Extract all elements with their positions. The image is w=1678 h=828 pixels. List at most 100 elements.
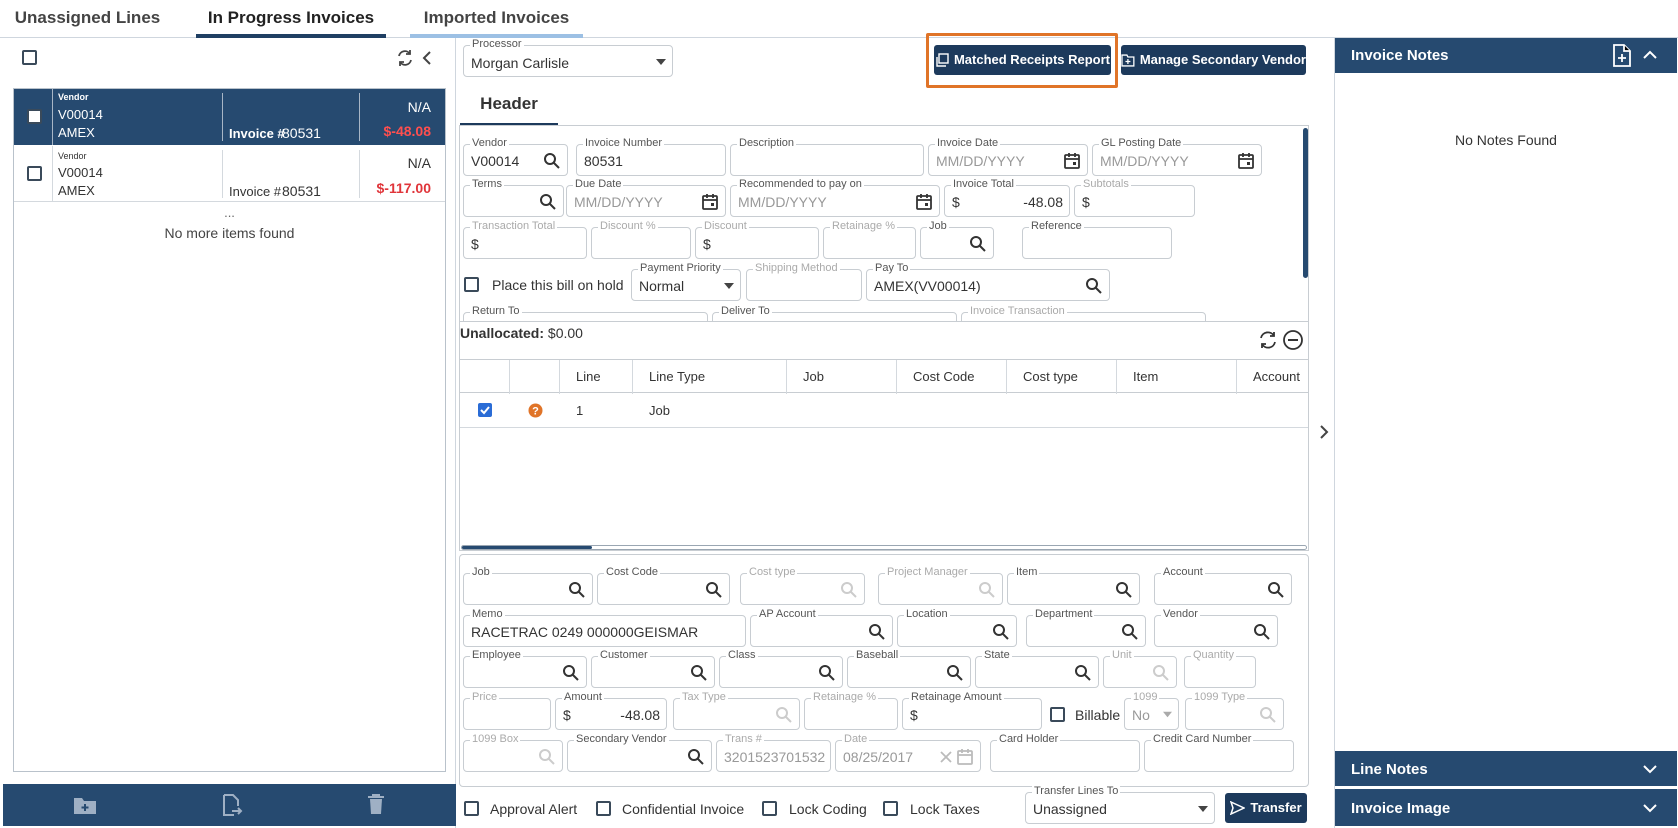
list-item-checkbox[interactable]	[27, 109, 42, 124]
line-retainage-amount-field[interactable]: Retainage Amount $	[902, 691, 1042, 730]
terms-field[interactable]: Terms	[463, 178, 564, 217]
col-line[interactable]: Line	[560, 360, 633, 394]
invoice-date-field[interactable]: Invoice Date MM/DD/YYYY	[928, 137, 1088, 176]
approval-alert-checkbox[interactable]	[464, 801, 479, 816]
invoice-image-header[interactable]: Invoice Image	[1335, 789, 1677, 826]
gl-posting-date-field[interactable]: GL Posting Date MM/DD/YYYY	[1092, 137, 1262, 176]
line-card-holder-field[interactable]: Card Holder	[990, 733, 1140, 772]
line-location-field[interactable]: Location	[897, 608, 1017, 647]
scrollbar-thumb[interactable]	[462, 546, 592, 549]
lock-coding-checkbox[interactable]	[762, 801, 777, 816]
export-file-icon[interactable]	[219, 793, 243, 817]
line-secondary-vendor-field[interactable]: Secondary Vendor	[567, 733, 712, 772]
add-note-icon[interactable]	[1612, 44, 1632, 67]
line-notes-header[interactable]: Line Notes	[1335, 751, 1677, 786]
search-icon[interactable]	[1121, 623, 1139, 641]
deliver-to-field[interactable]: Deliver To	[712, 305, 957, 321]
recommended-pay-date-field[interactable]: Recommended to pay on MM/DD/YYYY	[730, 178, 940, 217]
search-icon[interactable]	[705, 581, 723, 599]
chevron-up-icon[interactable]	[1642, 50, 1658, 60]
search-icon[interactable]	[818, 664, 836, 682]
line-state-field[interactable]: State	[975, 649, 1099, 688]
line-ap-account-field[interactable]: AP Account	[750, 608, 893, 647]
line-baseball-field[interactable]: Baseball	[847, 649, 971, 688]
due-date-field[interactable]: Due Date MM/DD/YYYY	[566, 178, 726, 217]
search-icon[interactable]	[562, 664, 580, 682]
description-field[interactable]: Description	[730, 137, 924, 176]
search-icon[interactable]	[946, 664, 964, 682]
search-icon[interactable]	[1074, 664, 1092, 682]
refresh-lines-icon[interactable]	[1257, 329, 1279, 351]
horizontal-scrollbar[interactable]	[461, 545, 1307, 550]
calendar-icon[interactable]	[1237, 152, 1255, 170]
search-icon[interactable]	[868, 623, 886, 641]
line-vendor-field[interactable]: Vendor	[1154, 608, 1278, 647]
col-cost-code[interactable]: Cost Code	[897, 360, 1007, 394]
list-item[interactable]: Vendor V00014 AMEX Invoice # 80531 N/A $…	[14, 146, 445, 202]
search-icon[interactable]	[1115, 581, 1133, 599]
shipping-method-field[interactable]: Shipping Method	[746, 262, 862, 301]
search-icon[interactable]	[992, 623, 1010, 641]
search-icon[interactable]	[568, 581, 586, 599]
col-item[interactable]: Item	[1117, 360, 1237, 394]
transfer-button[interactable]: Transfer	[1225, 793, 1307, 823]
calendar-icon[interactable]	[915, 193, 933, 211]
tab-in-progress-invoices[interactable]: In Progress Invoices	[196, 0, 386, 38]
help-icon[interactable]: ?	[528, 403, 543, 418]
matched-receipts-report-button[interactable]: Matched Receipts Report	[934, 45, 1111, 75]
calendar-icon[interactable]	[1063, 152, 1081, 170]
subtotals-field[interactable]: Subtotals $	[1074, 178, 1195, 217]
line-customer-field[interactable]: Customer	[591, 649, 715, 688]
line-item-field[interactable]: Item	[1007, 566, 1140, 605]
discount-pct-field[interactable]: Discount %	[591, 220, 691, 259]
search-icon[interactable]	[1253, 623, 1271, 641]
billable-checkbox[interactable]	[1050, 707, 1065, 722]
reference-field[interactable]: Reference	[1022, 220, 1172, 259]
invoice-number-field[interactable]: Invoice Number 80531	[576, 137, 726, 176]
lock-taxes-checkbox[interactable]	[883, 801, 898, 816]
search-icon[interactable]	[1085, 277, 1103, 295]
new-folder-icon[interactable]	[73, 795, 97, 815]
payment-priority-select[interactable]: Payment Priority Normal	[631, 262, 741, 301]
delete-icon[interactable]	[367, 793, 385, 815]
remove-line-icon[interactable]	[1282, 329, 1304, 351]
processor-select[interactable]: Processor Morgan Carlisle	[463, 38, 673, 77]
tab-unassigned-lines[interactable]: Unassigned Lines	[10, 0, 165, 38]
search-icon[interactable]	[969, 235, 987, 253]
list-item-checkbox[interactable]	[27, 166, 42, 181]
line-job-field[interactable]: Job	[463, 566, 593, 605]
manage-secondary-vendor-button[interactable]: Manage Secondary Vendor	[1121, 45, 1306, 75]
search-icon[interactable]	[690, 664, 708, 682]
col-job[interactable]: Job	[787, 360, 897, 394]
header-scrollbar[interactable]	[1303, 128, 1308, 278]
tab-imported-invoices[interactable]: Imported Invoices	[410, 0, 583, 38]
confidential-invoice-checkbox[interactable]	[596, 801, 611, 816]
calendar-icon[interactable]	[701, 193, 719, 211]
search-icon[interactable]	[687, 748, 705, 766]
tab-header[interactable]: Header	[460, 90, 558, 126]
hold-checkbox[interactable]	[464, 277, 479, 292]
select-all-checkbox[interactable]	[22, 50, 37, 65]
discount-field[interactable]: Discount $	[695, 220, 819, 259]
col-line-type[interactable]: Line Type	[633, 360, 787, 394]
line-department-field[interactable]: Department	[1026, 608, 1146, 647]
line-credit-card-number-field[interactable]: Credit Card Number	[1144, 733, 1294, 772]
expand-right-icon[interactable]	[1318, 424, 1330, 440]
line-employee-field[interactable]: Employee	[463, 649, 587, 688]
chevron-down-icon[interactable]	[1642, 764, 1658, 774]
transfer-lines-to-select[interactable]: Transfer Lines To Unassigned	[1025, 785, 1215, 824]
list-item[interactable]: Vendor V00014 AMEX Invoice # 80531 N/A $…	[14, 89, 445, 145]
collapse-left-icon[interactable]	[420, 49, 434, 67]
invoice-total-field[interactable]: Invoice Total $ -48.08	[944, 178, 1070, 217]
invoice-notes-header[interactable]: Invoice Notes	[1335, 38, 1677, 73]
col-cost-type[interactable]: Cost type	[1007, 360, 1117, 394]
retainage-pct-field[interactable]: Retainage %	[823, 220, 916, 259]
job-field[interactable]: Job	[920, 220, 994, 259]
invoice-transaction-field[interactable]: Invoice Transaction	[961, 305, 1206, 321]
search-icon[interactable]	[1267, 581, 1285, 599]
row-checkbox[interactable]	[478, 403, 492, 417]
pay-to-field[interactable]: Pay To AMEX(VV00014)	[866, 262, 1110, 301]
return-to-field[interactable]: Return To	[463, 305, 708, 321]
line-amount-field[interactable]: Amount $ -48.08	[555, 691, 667, 730]
chevron-down-icon[interactable]	[1642, 803, 1658, 813]
